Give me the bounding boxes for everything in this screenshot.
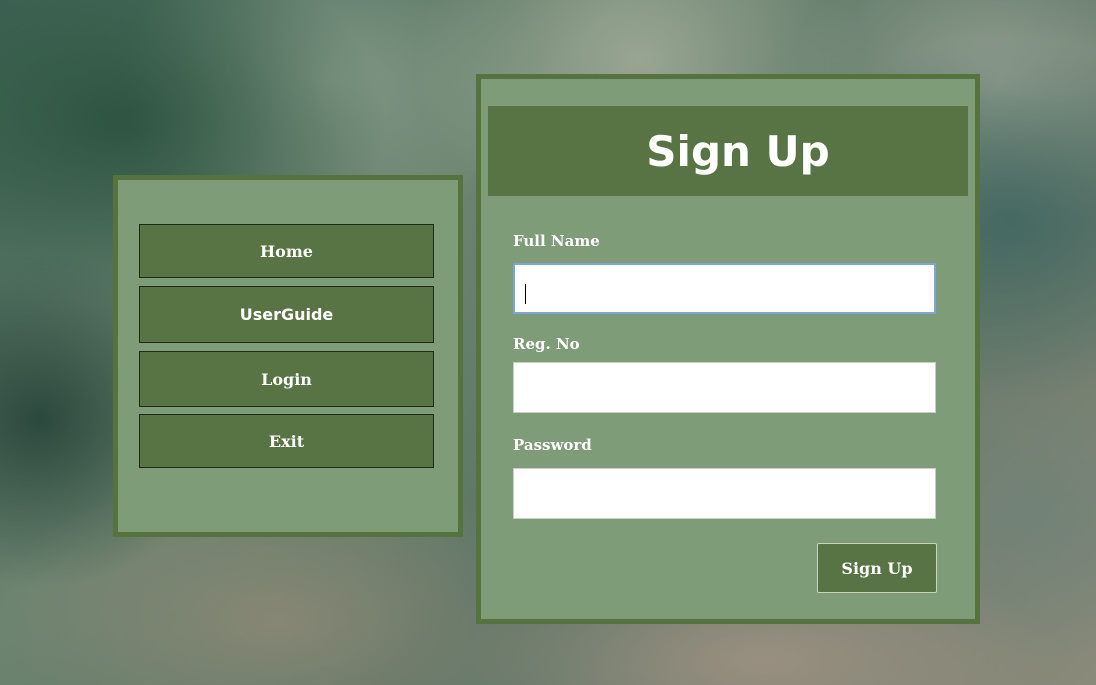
signup-window: { "nav": { "items": [ {"label": "Home"},…: [0, 0, 1096, 685]
signup-button[interactable]: Sign Up: [817, 543, 937, 593]
exit-button[interactable]: Exit: [139, 414, 434, 468]
reg-no-label: Reg. No: [513, 335, 580, 353]
password-label: Password: [513, 436, 592, 454]
signup-header: Sign Up: [488, 106, 968, 196]
full-name-field[interactable]: [513, 263, 936, 314]
login-button[interactable]: Login: [139, 351, 434, 407]
page-title: Sign Up: [646, 126, 830, 176]
text-cursor: [525, 284, 526, 304]
password-field[interactable]: [513, 468, 936, 519]
navigation-panel: Home UserGuide Login Exit: [113, 175, 463, 537]
userguide-button[interactable]: UserGuide: [139, 286, 434, 343]
signup-panel: Sign Up Full Name Reg. No Password Sign …: [476, 74, 980, 624]
reg-no-field[interactable]: [513, 362, 936, 413]
full-name-label: Full Name: [513, 232, 600, 250]
home-button[interactable]: Home: [139, 224, 434, 278]
